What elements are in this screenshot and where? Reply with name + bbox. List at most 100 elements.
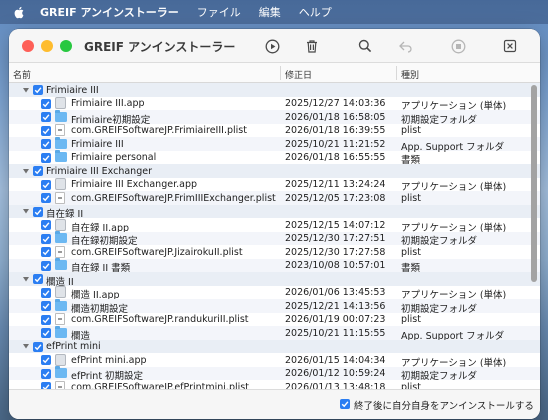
table-row[interactable]: 欄造 II.app 2026/01/06 13:45:53 アプリケーション (単体… [9, 286, 540, 301]
undo-arrow-icon[interactable] [396, 37, 414, 55]
row-checkbox[interactable] [41, 139, 51, 149]
group-row[interactable]: efPrint mini [9, 339, 540, 353]
row-checkbox[interactable] [41, 220, 51, 230]
table-row[interactable]: 自在録 II.app 2025/12/15 14:07:12 アプリケーション (単… [9, 218, 540, 234]
group-row[interactable]: 欄造 II [9, 272, 540, 288]
table-row[interactable]: com.GREIFSoftwareJP.randukuriII.plist 202… [9, 313, 540, 327]
plist-file-icon [55, 191, 65, 204]
file-name: com.GREIFSoftwareJP.JizairokuII.plist [71, 246, 243, 258]
group-name: efPrint mini [46, 341, 101, 352]
group-checkbox[interactable] [33, 341, 43, 352]
plist-file-icon [55, 245, 65, 258]
menu-file[interactable]: ファイル [197, 4, 241, 20]
row-checkbox[interactable] [41, 328, 51, 338]
modified-date: 2025/12/30 17:27:58 [285, 246, 386, 258]
group-checkbox[interactable] [33, 166, 43, 176]
menu-edit[interactable]: 編集 [259, 4, 281, 20]
menu-help[interactable]: ヘルプ [299, 4, 332, 20]
group-name: Frimiaire III [46, 84, 99, 96]
column-header: 名前 修正日 種別 [9, 63, 540, 83]
table-row[interactable]: 欄造初期設定 2025/12/21 14:13:56 初期設定フォルダ [9, 298, 540, 315]
title-bar: GREIF アンインストーラー [9, 29, 540, 63]
column-date-header[interactable]: 修正日 [285, 68, 312, 81]
table-row[interactable]: efPrint 初期設定 2026/01/12 10:59:24 初期設定フォルダ [9, 366, 540, 382]
modified-date: 2025/10/21 11:21:52 [285, 138, 386, 150]
modified-date: 2025/12/05 17:23:08 [285, 192, 386, 204]
disclosure-triangle-icon[interactable] [21, 166, 30, 175]
main-window: GREIF アンインストーラー 名前 修正日 種別 Frimiaire III F… [9, 29, 540, 419]
disclosure-triangle-icon[interactable] [21, 342, 30, 351]
self-uninstall-checkbox[interactable] [340, 399, 350, 409]
folder-icon [55, 366, 67, 378]
stop-icon[interactable] [449, 37, 467, 55]
row-checkbox[interactable] [41, 112, 51, 122]
row-checkbox[interactable] [41, 301, 51, 311]
scrollbar-thumb[interactable] [531, 85, 537, 282]
file-name: Frimiaire III [71, 138, 124, 150]
window-title: GREIF アンインストーラー [84, 40, 236, 54]
app-icon [55, 218, 66, 231]
column-divider[interactable] [280, 66, 281, 80]
table-row[interactable]: com.GREIFSoftwareJP.FrimIIIExchanger.pli… [9, 191, 540, 205]
table-row[interactable]: Frimiaire初期設定 2026/01/18 16:58:05 初期設定フォルダ [9, 109, 540, 126]
row-checkbox[interactable] [41, 382, 51, 389]
trash-icon[interactable] [303, 37, 321, 55]
column-kind-header[interactable]: 種別 [401, 68, 419, 81]
row-checkbox[interactable] [41, 233, 51, 244]
modified-date: 2026/01/06 13:45:53 [285, 287, 386, 298]
self-uninstall-label[interactable]: 終了後に自分自身をアンインストールする [354, 398, 534, 412]
column-name-header[interactable]: 名前 [13, 68, 31, 81]
zoom-window-button[interactable] [60, 40, 72, 52]
group-row[interactable]: Frimiaire III [9, 83, 540, 97]
vertical-scrollbar[interactable] [531, 85, 537, 386]
app-icon [55, 178, 66, 190]
folder-icon [55, 109, 67, 122]
table-row[interactable]: com.GREIFSoftwareJP.FrimiaireIII.plist 20… [9, 124, 540, 138]
table-row[interactable]: 欄造 2025/10/21 11:15:55 App. Support フォルダ [9, 325, 540, 342]
table-row[interactable]: efPrint mini.app 2026/01/15 14:04:34 アプリケー… [9, 353, 540, 369]
disclosure-triangle-icon[interactable] [21, 274, 30, 283]
group-row[interactable]: Frimiaire III Exchanger [9, 164, 540, 178]
table-row[interactable]: com.GREIFSoftwareJP.JizairokuII.plist 202… [9, 245, 540, 259]
close-window-button[interactable] [22, 40, 34, 52]
disclosure-triangle-icon[interactable] [21, 207, 30, 216]
file-kind: plist [401, 192, 421, 204]
row-checkbox[interactable] [41, 287, 51, 298]
table-row[interactable]: Frimiaire III.app 2025/12/27 14:03:36 アプリケ… [9, 97, 540, 112]
minimize-window-button[interactable] [41, 40, 53, 52]
file-name: com.GREIFSoftwareJP.FrimIIIExchanger.pli… [71, 192, 276, 204]
table-row[interactable]: Frimiaire III Exchanger.app 2025/12/11 13… [9, 178, 540, 193]
row-checkbox[interactable] [41, 260, 51, 271]
file-name: com.GREIFSoftwareJP.FrimiaireIII.plist [71, 125, 247, 136]
table-row[interactable]: com.GREIFSoftwareJP.efPrintmini.plist 202… [9, 380, 540, 389]
close-square-icon[interactable] [501, 37, 519, 55]
row-checkbox[interactable] [41, 247, 51, 257]
table-row[interactable]: Frimiaire III 2025/10/21 11:21:52 App. Sup… [9, 136, 540, 153]
search-icon[interactable] [356, 37, 374, 55]
group-checkbox[interactable] [33, 85, 43, 95]
table-row[interactable]: Frimiaire personal 2026/01/18 16:55:55 書類 [9, 150, 540, 166]
file-kind: plist [401, 381, 421, 390]
group-row[interactable]: 自在録 II [9, 204, 540, 220]
menu-app-name[interactable]: GREIF アンインストーラー [40, 4, 179, 20]
table-row[interactable]: 自在録 II 書類 2023/10/08 10:57:01 書類 [9, 258, 540, 274]
modified-date: 2026/01/19 00:07:23 [285, 314, 386, 325]
group-checkbox[interactable] [33, 274, 43, 284]
row-checkbox[interactable] [41, 179, 51, 190]
play-icon[interactable] [263, 37, 281, 55]
row-checkbox[interactable] [41, 152, 51, 163]
column-divider[interactable] [396, 66, 397, 80]
modified-date: 2025/12/27 14:03:36 [285, 98, 386, 109]
modified-date: 2026/01/13 13:48:18 [285, 381, 386, 390]
modified-date: 2025/12/15 14:07:12 [285, 219, 386, 231]
apple-icon[interactable] [12, 5, 26, 19]
disclosure-triangle-icon[interactable] [21, 85, 30, 94]
row-checkbox[interactable] [41, 355, 51, 365]
row-checkbox[interactable] [41, 314, 51, 325]
group-checkbox[interactable] [33, 206, 43, 217]
row-checkbox[interactable] [41, 368, 51, 379]
row-checkbox[interactable] [41, 98, 51, 109]
table-row[interactable]: 自在録初期設定 2025/12/30 17:27:51 初期設定フォルダ [9, 231, 540, 247]
row-checkbox[interactable] [41, 125, 51, 136]
row-checkbox[interactable] [41, 193, 51, 203]
